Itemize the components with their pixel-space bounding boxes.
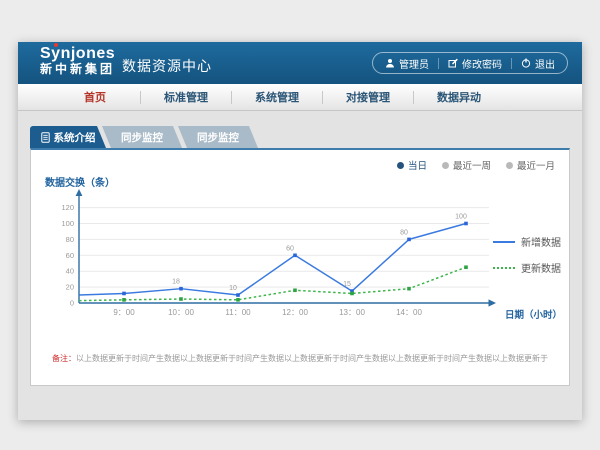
footnote: 备注：以上数据更新于时间产生数据以上数据更新于时间产生数据以上数据更新于时间产生… — [31, 353, 569, 364]
admin-user-label: 管理员 — [399, 56, 429, 71]
dotted-line-swatch-icon — [493, 267, 515, 269]
svg-text:0: 0 — [70, 299, 74, 308]
user-toolbar: 管理员 修改密码 退出 — [372, 52, 568, 74]
nav-divider — [413, 91, 414, 104]
svg-text:9：00: 9：00 — [113, 308, 135, 317]
tab-label: 同步监控 — [121, 130, 163, 145]
app-header: Synjones 新中新集团 数据资源中心 管理员 修改密码 — [18, 42, 582, 84]
solid-line-swatch-icon — [493, 241, 515, 243]
nav-item-interface-mgmt[interactable]: 对接管理 — [329, 89, 407, 105]
legend-label: 更新数据 — [521, 260, 561, 275]
tab-system-intro[interactable]: 系统介绍 — [30, 126, 106, 148]
svg-text:80: 80 — [66, 235, 74, 244]
nav-item-data-change[interactable]: 数据异动 — [420, 89, 498, 105]
nav-item-system-mgmt[interactable]: 系统管理 — [238, 89, 316, 105]
app-window: Synjones 新中新集团 数据资源中心 管理员 修改密码 — [18, 42, 582, 420]
axis-tick-labels: 0 20 40 60 80 100 120 9：00 10：00 11：00 12：00 13：00 1… — [61, 203, 422, 317]
power-icon — [521, 58, 531, 68]
document-icon — [41, 132, 50, 143]
footnote-text: 以上数据更新于时间产生数据以上数据更新于时间产生数据以上数据更新于时间产生数据以… — [76, 354, 548, 363]
svg-text:10：00: 10：00 — [168, 308, 194, 317]
series-新增数据: 18 10 60 15 80 100 — [79, 214, 468, 297]
logout-button[interactable]: 退出 — [521, 56, 555, 71]
x-axis-title: 日期（小时） — [505, 307, 562, 321]
nav-divider — [231, 91, 232, 104]
svg-text:13：00: 13：00 — [339, 308, 365, 317]
svg-text:120: 120 — [61, 203, 74, 212]
legend-item-updated-data: 更新数据 — [493, 260, 561, 275]
radio-last-week-label: 最近一周 — [453, 158, 491, 172]
tab-sync-monitor-2[interactable]: 同步监控 — [178, 126, 258, 148]
logout-label: 退出 — [535, 56, 555, 71]
radio-last-week[interactable]: 最近一周 — [442, 158, 491, 172]
svg-text:100: 100 — [61, 219, 74, 228]
svg-text:18: 18 — [172, 279, 180, 286]
svg-text:60: 60 — [66, 251, 74, 260]
pill-divider — [438, 58, 439, 69]
svg-text:11：00: 11：00 — [225, 308, 251, 317]
svg-text:12：00: 12：00 — [282, 308, 308, 317]
radio-today-label: 当日 — [408, 158, 427, 172]
chart-legend: 新增数据 更新数据 — [493, 234, 561, 275]
tab-label: 同步监控 — [197, 130, 239, 145]
nav-item-standard-mgmt[interactable]: 标准管理 — [147, 89, 225, 105]
tab-bar: 系统介绍 同步监控 同步监控 — [30, 126, 582, 148]
nav-item-home[interactable]: 首页 — [56, 89, 134, 105]
admin-user-button[interactable]: 管理员 — [385, 56, 429, 71]
main-nav: 首页 标准管理 系统管理 对接管理 数据异动 — [18, 84, 582, 111]
svg-text:60: 60 — [286, 245, 294, 252]
radio-last-month[interactable]: 最近一月 — [506, 158, 555, 172]
svg-text:20: 20 — [66, 283, 74, 292]
logo-text-main: Synjones — [40, 45, 115, 62]
footnote-prefix: 备注： — [52, 354, 76, 363]
tab-label: 系统介绍 — [54, 130, 96, 145]
logo-text: Synjones — [40, 45, 115, 63]
radio-today[interactable]: 当日 — [397, 158, 427, 172]
y-axis-title: 数据交换（条） — [45, 174, 115, 189]
change-password-button[interactable]: 修改密码 — [448, 56, 502, 71]
nav-divider — [140, 91, 141, 104]
change-password-label: 修改密码 — [462, 56, 502, 71]
svg-text:15: 15 — [343, 281, 351, 288]
content-area: 系统介绍 同步监控 同步监控 当日 最近一周 — [18, 111, 582, 420]
radio-last-month-label: 最近一月 — [517, 158, 555, 172]
user-icon — [385, 58, 395, 68]
gridlines — [79, 208, 489, 288]
series-更新数据 — [79, 265, 468, 301]
legend-label: 新增数据 — [521, 234, 561, 249]
logo-accent-dot — [54, 43, 58, 47]
company-logo: Synjones 新中新集团 — [40, 45, 115, 76]
legend-item-new-data: 新增数据 — [493, 234, 561, 249]
svg-text:40: 40 — [66, 267, 74, 276]
nav-divider — [322, 91, 323, 104]
svg-text:10: 10 — [229, 285, 237, 292]
line-chart: 0 20 40 60 80 100 120 9：00 10：00 11：00 12：00 13：00 1… — [49, 186, 509, 336]
logo-subtext: 新中新集团 — [40, 63, 115, 76]
svg-text:100: 100 — [455, 214, 467, 221]
chart-panel: 当日 最近一周 最近一月 数据交换（条） 0 20 40 60 80 100 120 9：00… — [30, 148, 570, 386]
radio-dot-icon — [442, 162, 449, 169]
svg-text:14：00: 14：00 — [396, 308, 422, 317]
axes — [76, 189, 496, 307]
period-filter: 当日 最近一周 最近一月 — [397, 158, 555, 172]
tab-sync-monitor-1[interactable]: 同步监控 — [102, 126, 182, 148]
pill-divider — [511, 58, 512, 69]
radio-dot-icon — [397, 162, 404, 169]
edit-icon — [448, 58, 458, 68]
radio-dot-icon — [506, 162, 513, 169]
svg-text:80: 80 — [400, 229, 408, 236]
page-title: 数据资源中心 — [122, 56, 212, 76]
